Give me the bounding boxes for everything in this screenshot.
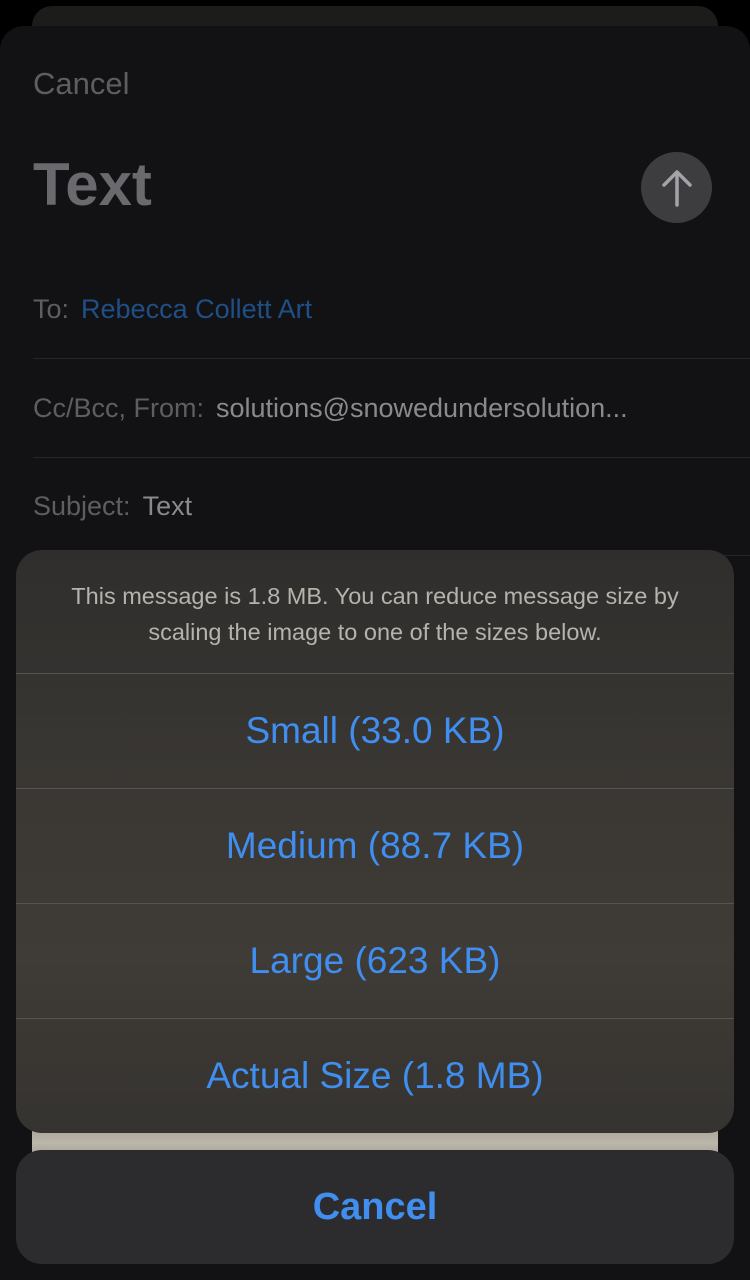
- arrow-up-icon: [661, 169, 692, 207]
- size-option-actual[interactable]: Actual Size (1.8 MB): [16, 1019, 734, 1133]
- ccbcc-from-field[interactable]: Cc/Bcc, From: solutions@snowedundersolut…: [33, 359, 750, 458]
- compose-cancel-button[interactable]: Cancel: [33, 66, 130, 102]
- to-field[interactable]: To: Rebecca Collett Art: [33, 260, 750, 359]
- size-option-large[interactable]: Large (623 KB): [16, 904, 734, 1019]
- action-sheet-cancel-button[interactable]: Cancel: [16, 1150, 734, 1264]
- subject-input[interactable]: Text: [143, 491, 193, 522]
- to-recipient[interactable]: Rebecca Collett Art: [81, 294, 312, 325]
- action-sheet-message: This message is 1.8 MB. You can reduce m…: [16, 550, 734, 674]
- ccbcc-from-label: Cc/Bcc, From:: [33, 392, 205, 423]
- compose-title: Text: [33, 151, 152, 218]
- image-size-action-sheet: This message is 1.8 MB. You can reduce m…: [16, 550, 734, 1133]
- size-option-small[interactable]: Small (33.0 KB): [16, 674, 734, 789]
- size-option-medium[interactable]: Medium (88.7 KB): [16, 789, 734, 904]
- subject-field[interactable]: Subject: Text: [33, 457, 750, 556]
- to-label: To:: [33, 293, 70, 324]
- from-address[interactable]: solutions@snowedundersolution...: [216, 393, 628, 424]
- send-button[interactable]: [641, 152, 712, 223]
- subject-label: Subject:: [33, 490, 131, 521]
